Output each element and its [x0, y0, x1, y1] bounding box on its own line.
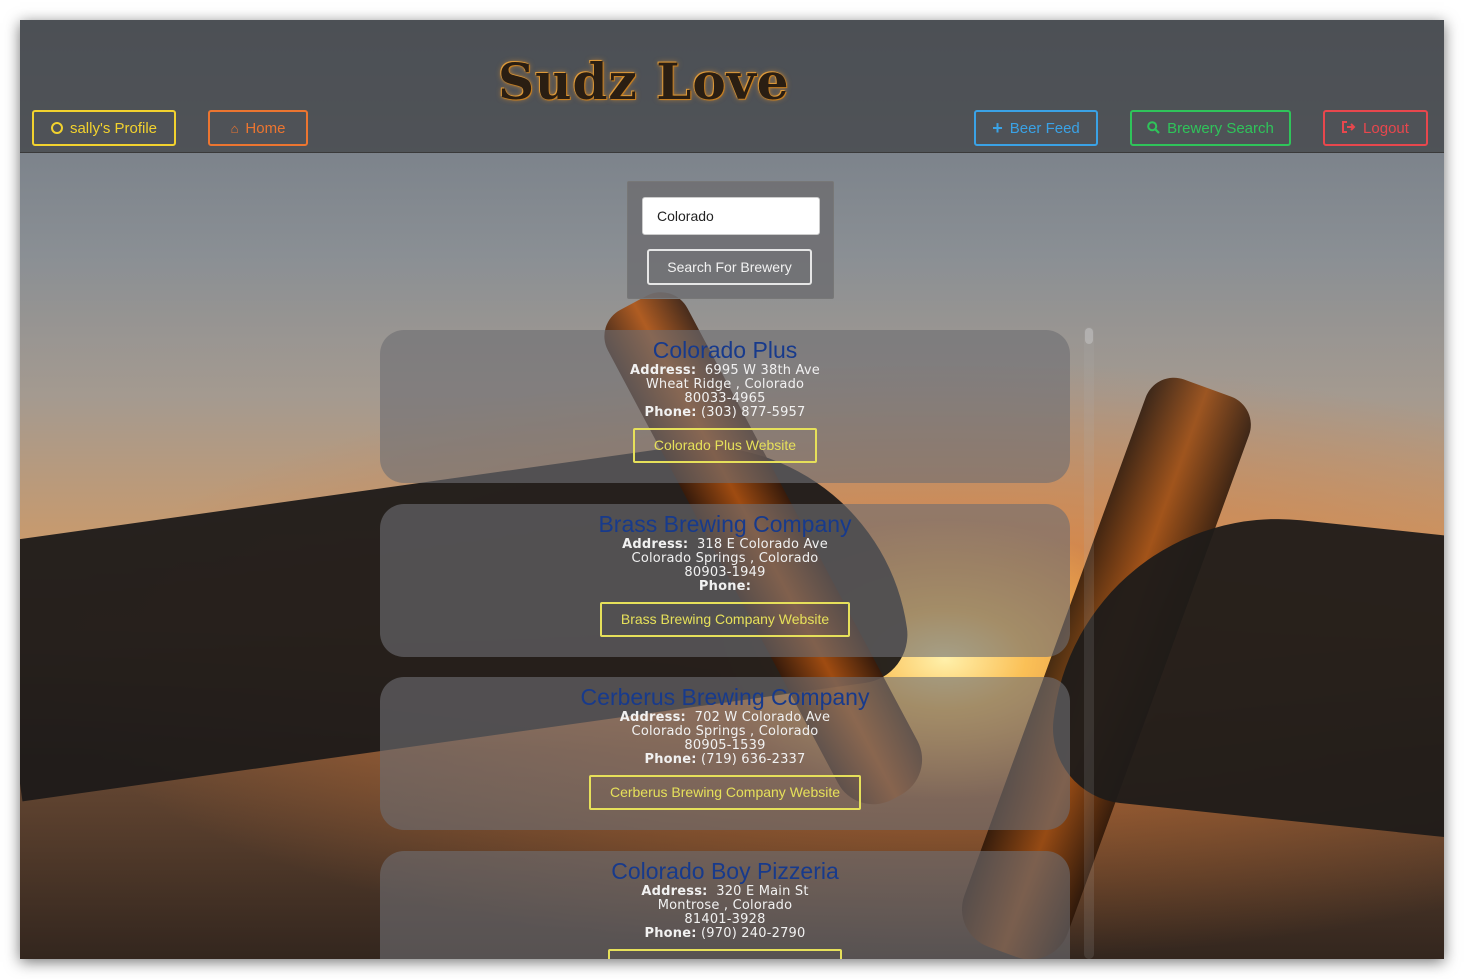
- brewery-name: Colorado Boy Pizzeria: [611, 858, 839, 884]
- brewery-address-line: Address: 702 W Colorado Ave: [380, 711, 1070, 725]
- brewery-zip: 80903-1949: [684, 565, 766, 580]
- phone-label: Phone:: [644, 926, 697, 941]
- brewery-zip: 80033-4965: [684, 391, 766, 406]
- brewery-address-line: Address: 318 E Colorado Ave: [380, 538, 1070, 552]
- address-label: Address:: [630, 363, 697, 378]
- results-scrollbar-thumb[interactable]: [1085, 328, 1093, 344]
- brewery-search-button-label: Brewery Search: [1167, 119, 1274, 137]
- address-label: Address:: [641, 884, 708, 899]
- user-circle-icon: [50, 122, 63, 134]
- home-button[interactable]: ⌂ Home: [208, 110, 308, 146]
- beer-feed-button-label: Beer Feed: [1009, 119, 1080, 137]
- search-for-brewery-button[interactable]: Search For Brewery: [647, 249, 812, 285]
- brewery-website-button[interactable]: Colorado Plus Website: [632, 428, 818, 463]
- brewery-card: Colorado Plus Address: 6995 W 38th Ave W…: [380, 330, 1070, 483]
- brewery-phone-line: Phone: (303) 877-5957: [380, 406, 1070, 420]
- brewery-phone-line: Phone: (970) 240-2790: [380, 927, 1070, 941]
- brewery-website-button[interactable]: Colorado Boy Pizzeria Website: [607, 949, 843, 959]
- brewery-card: Brass Brewing Company Address: 318 E Col…: [380, 504, 1070, 657]
- top-navbar: Sudz Love sally's Profile ⌂ Home + Beer …: [20, 20, 1444, 153]
- phone-label: Phone:: [698, 579, 752, 594]
- brewery-name: Cerberus Brewing Company: [580, 684, 870, 710]
- logout-button-label: Logout: [1363, 119, 1409, 137]
- brewery-street: 6995 W 38th Ave: [704, 363, 820, 378]
- beer-feed-button[interactable]: + Beer Feed: [974, 110, 1098, 146]
- brewery-card: Cerberus Brewing Company Address: 702 W …: [380, 677, 1070, 830]
- sign-out-icon: [1342, 121, 1356, 135]
- brewery-name: Colorado Plus: [652, 337, 798, 363]
- brewery-website-button[interactable]: Brass Brewing Company Website: [599, 602, 851, 637]
- results-scrollbar[interactable]: [1084, 327, 1094, 959]
- brewery-zip: 80905-1539: [684, 738, 766, 753]
- brewery-search-button[interactable]: Brewery Search: [1130, 110, 1291, 146]
- brewery-zip: 81401-3928: [684, 912, 766, 927]
- brewery-search-panel: Search For Brewery: [627, 181, 834, 299]
- search-icon: [1147, 120, 1160, 136]
- brewery-city-state: Colorado Springs , Colorado: [631, 724, 819, 739]
- brewery-phone: (303) 877-5957: [701, 405, 806, 420]
- brewery-street: 320 E Main St: [716, 884, 809, 899]
- brewery-name: Brass Brewing Company: [598, 511, 852, 537]
- address-label: Address:: [622, 537, 689, 552]
- brewery-street: 318 E Colorado Ave: [696, 537, 828, 552]
- address-label: Address:: [619, 710, 686, 725]
- brewery-website-button[interactable]: Cerberus Brewing Company Website: [588, 775, 862, 810]
- home-button-label: Home: [245, 119, 286, 137]
- phone-label: Phone:: [644, 405, 697, 420]
- brewery-address-line: Address: 6995 W 38th Ave: [380, 364, 1070, 378]
- brewery-address-line: Address: 320 E Main St: [380, 885, 1070, 899]
- brewery-city-state: Wheat Ridge , Colorado: [645, 377, 805, 392]
- phone-label: Phone:: [644, 752, 697, 767]
- brewery-city-state: Montrose , Colorado: [657, 898, 793, 913]
- brewery-phone-line: Phone: (719) 636-2337: [380, 753, 1070, 767]
- logout-button[interactable]: Logout: [1323, 110, 1428, 146]
- brewery-phone: (970) 240-2790: [701, 926, 806, 941]
- home-icon: ⌂: [230, 120, 239, 136]
- brewery-phone: (719) 636-2337: [701, 752, 806, 767]
- brewery-search-input[interactable]: [642, 197, 820, 235]
- site-logo[interactable]: Sudz Love: [498, 52, 790, 111]
- brewery-phone-line: Phone:: [380, 580, 1070, 594]
- profile-button-label: sally's Profile: [69, 119, 158, 137]
- profile-button[interactable]: sally's Profile: [32, 110, 176, 146]
- plus-icon: +: [992, 118, 1003, 138]
- brewery-city-state: Colorado Springs , Colorado: [631, 551, 819, 566]
- brewery-street: 702 W Colorado Ave: [694, 710, 831, 725]
- brewery-card: Colorado Boy Pizzeria Address: 320 E Mai…: [380, 851, 1070, 959]
- app-window: Sudz Love sally's Profile ⌂ Home + Beer …: [20, 20, 1444, 959]
